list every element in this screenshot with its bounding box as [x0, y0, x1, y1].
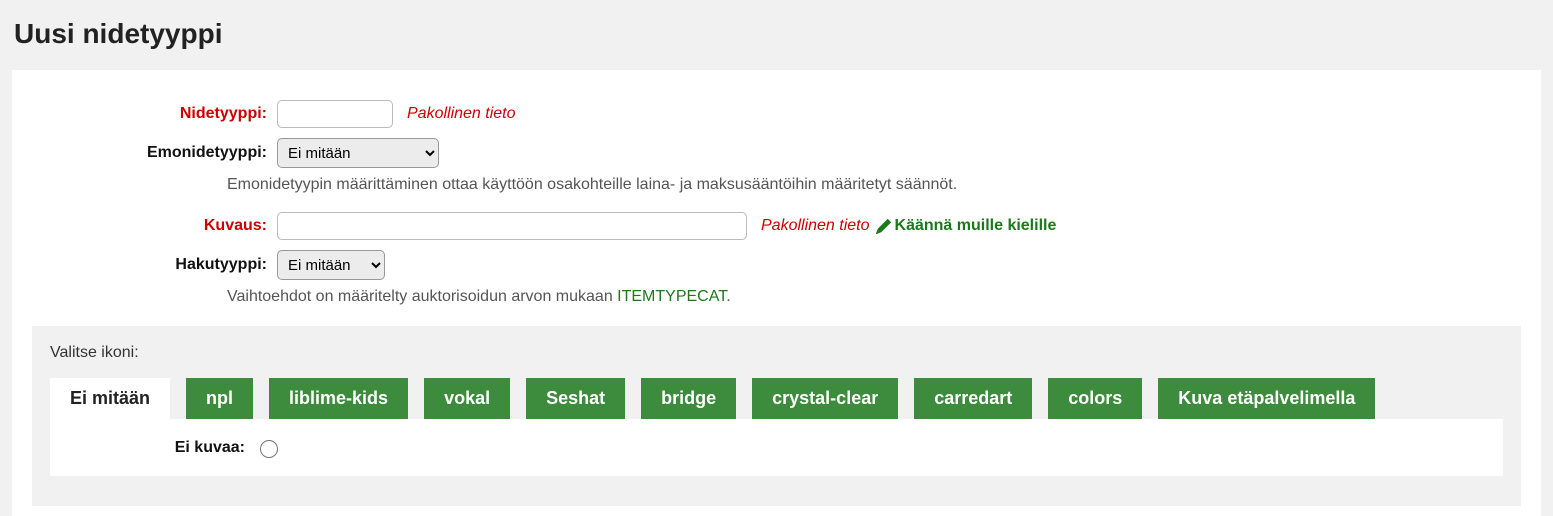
label-parent: Emonidetyyppi: [32, 144, 277, 162]
required-note-description: Pakollinen tieto [761, 217, 870, 235]
label-itemtype: Nidetyyppi: [32, 105, 277, 123]
itemtypecat-link[interactable]: ITEMTYPECAT [617, 288, 726, 305]
tab-npl[interactable]: npl [186, 378, 253, 419]
row-itemtype: Nidetyyppi: Pakollinen tieto [32, 100, 1521, 128]
select-searchtype[interactable]: Ei mitään [277, 250, 385, 280]
radio-no-image[interactable] [260, 440, 278, 458]
icon-tabs: Ei mitään npl liblime-kids vokal Seshat … [50, 378, 1503, 419]
icon-section: Valitse ikoni: Ei mitään npl liblime-kid… [32, 326, 1521, 506]
row-no-image: Ei kuvaa: [70, 437, 1483, 458]
label-no-image: Ei kuvaa: [70, 439, 255, 457]
tab-content: Ei kuvaa: [50, 419, 1503, 476]
row-description: Kuvaus: Pakollinen tieto Käännä muille k… [32, 212, 1521, 240]
label-searchtype: Hakutyyppi: [32, 256, 277, 274]
tab-crystal-clear[interactable]: crystal-clear [752, 378, 898, 419]
tab-seshat[interactable]: Seshat [526, 378, 625, 419]
tab-liblime-kids[interactable]: liblime-kids [269, 378, 408, 419]
tab-remote[interactable]: Kuva etäpalvelimella [1158, 378, 1375, 419]
required-note-itemtype: Pakollinen tieto [407, 105, 516, 123]
page-title: Uusi nidetyyppi [0, 0, 1553, 60]
tab-colors[interactable]: colors [1048, 378, 1142, 419]
tab-vokal[interactable]: vokal [424, 378, 510, 419]
tab-carredart[interactable]: carredart [914, 378, 1032, 419]
row-searchtype: Hakutyyppi: Ei mitään [32, 250, 1521, 280]
hint-searchtype: Vaihtoehdot on määritelty auktorisoidun … [227, 288, 1521, 306]
tab-bridge[interactable]: bridge [641, 378, 736, 419]
select-parent[interactable]: Ei mitään [277, 138, 439, 168]
input-itemtype[interactable] [277, 100, 393, 128]
form-card: Nidetyyppi: Pakollinen tieto Emonidetyyp… [12, 70, 1541, 516]
label-description: Kuvaus: [32, 217, 277, 235]
row-parent: Emonidetyyppi: Ei mitään [32, 138, 1521, 168]
icon-section-title: Valitse ikoni: [50, 344, 1503, 362]
input-description[interactable] [277, 212, 747, 240]
tab-none[interactable]: Ei mitään [50, 378, 170, 419]
translate-link[interactable]: Käännä muille kielille [876, 217, 1057, 235]
pencil-icon [876, 219, 891, 234]
translate-link-label: Käännä muille kielille [895, 217, 1057, 235]
hint-parent: Emonidetyypin määrittäminen ottaa käyttö… [227, 176, 1521, 194]
